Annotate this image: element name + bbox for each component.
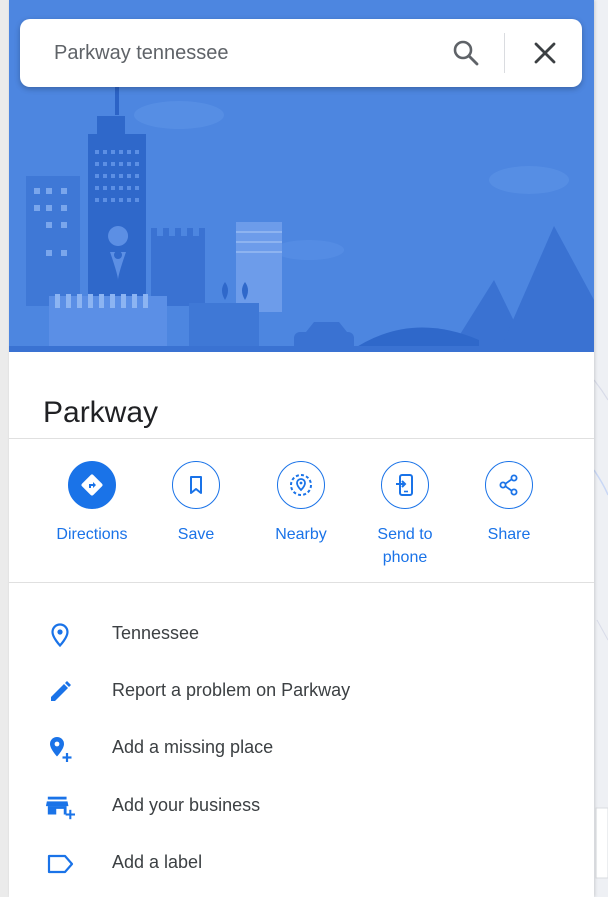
place-title: Parkway: [43, 396, 159, 430]
directions-label: Directions: [56, 526, 128, 543]
bookmark-icon: [190, 476, 202, 494]
pencil-wrap: [45, 677, 75, 707]
share-circle: [485, 461, 533, 509]
add-location-icon: [50, 737, 72, 762]
add-place-text: Add a missing place: [112, 737, 274, 757]
map-lines: [594, 379, 608, 879]
save-label: Save: [177, 526, 215, 543]
list-item-report[interactable]: Report a problem on Parkway: [9, 669, 594, 713]
list-item-add-place[interactable]: Add a missing place: [9, 726, 594, 770]
search-box: [20, 19, 582, 87]
add-location-wrap: [45, 734, 75, 764]
close-button[interactable]: [529, 37, 561, 69]
save-circle: [172, 461, 220, 509]
search-icon: [453, 40, 479, 66]
nearby-circle: [277, 461, 325, 509]
search-divider: [504, 33, 505, 73]
title-section: Parkway: [9, 352, 594, 439]
send-circle: [381, 461, 429, 509]
place-panel: Parkway Directions Save: [9, 0, 594, 897]
label-wrap: [45, 849, 75, 879]
add-business-wrap: [45, 792, 75, 822]
nearby-label: Nearby: [275, 526, 327, 543]
directions-icon: [81, 474, 103, 496]
add-label-text: Add a label: [112, 852, 203, 872]
action-bar: Directions Save Nearby Send to phone Sha…: [9, 439, 594, 583]
hero-illustration: [9, 0, 594, 352]
add-business-text: Add your business: [112, 795, 261, 815]
send-to-phone-button[interactable]: Send to phone: [353, 461, 457, 569]
pencil-icon: [51, 681, 71, 701]
map-area[interactable]: [594, 0, 608, 897]
search-button[interactable]: [450, 37, 482, 69]
nearby-icon: [290, 474, 312, 496]
location-pin-wrap: [45, 620, 75, 650]
share-label: Share: [487, 526, 531, 543]
send-to-phone-label: Send to phone: [377, 526, 433, 566]
search-input[interactable]: [54, 37, 434, 69]
window-left-edge: [0, 0, 9, 897]
share-icon: [499, 474, 518, 496]
report-text: Report a problem on Parkway: [112, 680, 351, 700]
list-item-add-label[interactable]: Add a label: [9, 841, 594, 885]
save-button[interactable]: Save: [144, 461, 248, 546]
list-item-add-business[interactable]: Add your business: [9, 784, 594, 828]
location-pin-icon: [51, 623, 69, 648]
nearby-button[interactable]: Nearby: [249, 461, 353, 546]
directions-circle: [68, 461, 116, 509]
location-text: Tennessee: [112, 623, 200, 643]
list-item-location[interactable]: Tennessee: [9, 612, 594, 656]
add-business-icon: [45, 796, 75, 820]
share-button[interactable]: Share: [457, 461, 561, 546]
phone-icon: [396, 474, 413, 496]
directions-button[interactable]: Directions: [40, 461, 144, 546]
close-icon: [534, 42, 556, 64]
label-icon: [47, 854, 74, 874]
